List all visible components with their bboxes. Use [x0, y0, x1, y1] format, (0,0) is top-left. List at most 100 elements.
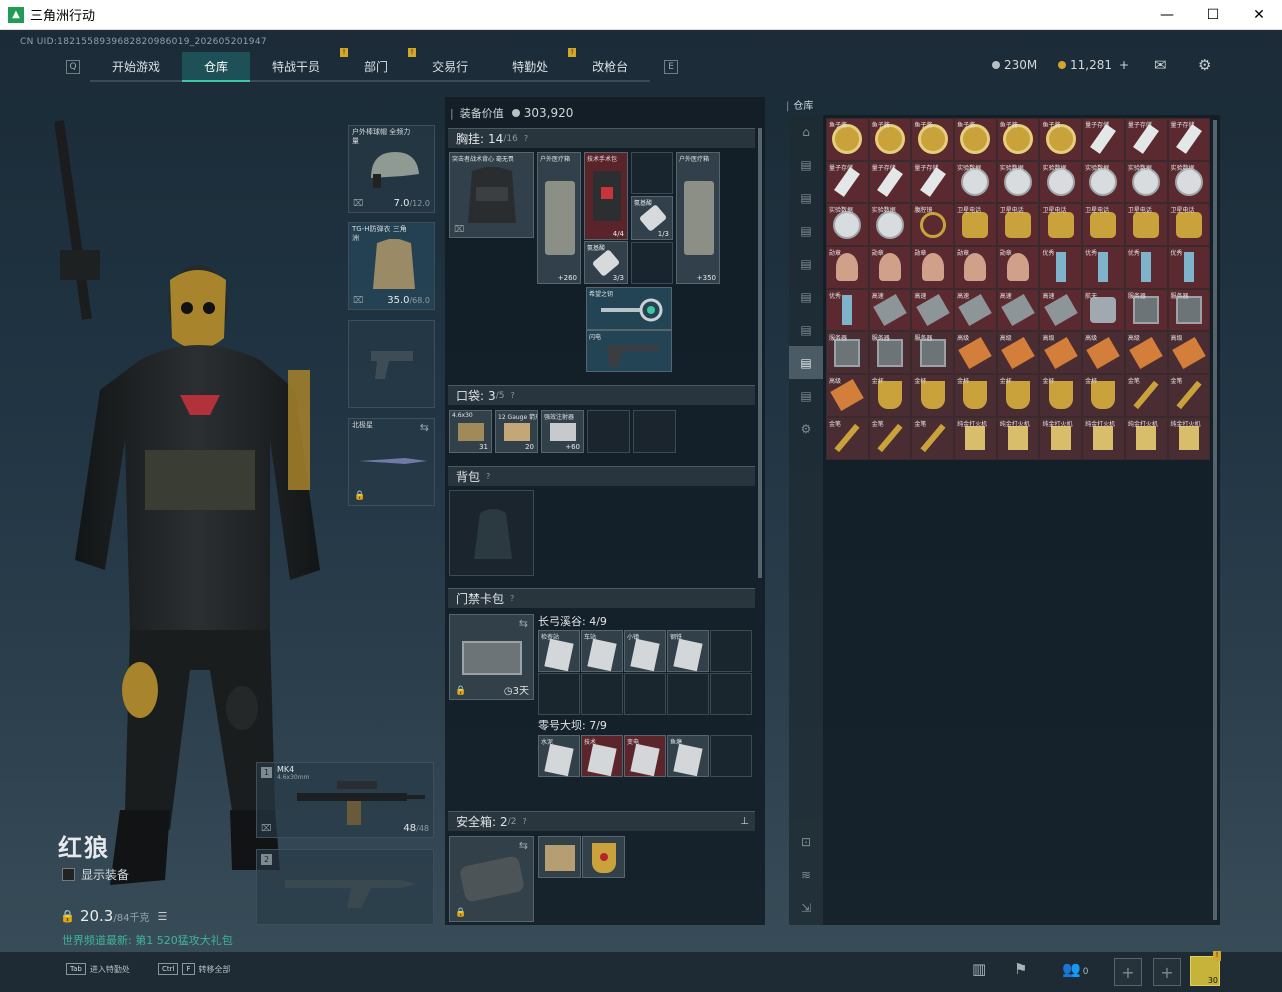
warehouse-item[interactable]: 航天	[1082, 288, 1125, 332]
keycard-item[interactable]: 水泥	[538, 735, 580, 777]
warehouse-item[interactable]: 勋章	[996, 246, 1040, 289]
nav-tab-4[interactable]: 交易行	[410, 52, 491, 82]
pocket-item-0[interactable]: 4.6x30 31	[449, 410, 492, 453]
warehouse-item[interactable]: 卫星电话	[996, 203, 1040, 247]
warehouse-item[interactable]: 纯金打火机	[1082, 416, 1125, 460]
rig-lightning-item[interactable]: 闪电	[586, 330, 672, 372]
warehouse-item[interactable]: 卫星电话	[1039, 203, 1083, 247]
safebox-swap-icon[interactable]: ⇆	[519, 839, 528, 852]
helmet-slot[interactable]: 户外棒球帽 全频力量 ⌧ 7.0/12.0	[348, 125, 435, 213]
warehouse-item[interactable]: 服务器	[868, 331, 912, 375]
warehouse-item[interactable]: 勋章	[868, 246, 912, 289]
hotkey-transfer-all[interactable]: Ctrl F 转移全部	[158, 963, 231, 975]
rig-med-kit-1[interactable]: 户外医疗箱 +260	[537, 152, 581, 284]
settings-gear-icon[interactable]: ⚙	[1198, 56, 1211, 74]
warehouse-tab-1-icon[interactable]: ▤	[789, 148, 823, 181]
melee-swap-icon[interactable]: ⇆	[420, 421, 429, 434]
warehouse-item[interactable]: 鱼子酱	[1039, 118, 1083, 161]
warehouse-item[interactable]: 纯金打火机	[1167, 416, 1211, 460]
safebox-slot-1[interactable]	[538, 836, 581, 878]
stats-chart-icon[interactable]: ▥	[972, 960, 986, 978]
keycard-empty-slot[interactable]	[710, 630, 752, 672]
warehouse-item[interactable]: 优秀	[826, 288, 869, 332]
warehouse-tab-5-icon[interactable]: ▤	[789, 280, 823, 313]
warehouse-item[interactable]: 纯金打火机	[954, 416, 997, 460]
rig-empty-slot[interactable]	[631, 152, 673, 194]
pistol-slot-empty[interactable]	[348, 320, 435, 408]
warehouse-item[interactable]: 金笔	[1167, 374, 1211, 417]
warehouse-item[interactable]: 高级	[954, 331, 997, 375]
warehouse-item[interactable]: 金杯	[911, 374, 955, 417]
warehouse-item[interactable]: 勋章	[826, 246, 869, 289]
nav-tab-0[interactable]: 开始游戏	[90, 52, 183, 82]
warehouse-item[interactable]: 金杯	[1039, 374, 1083, 417]
warehouse-item[interactable]: 高速	[868, 288, 912, 332]
secondary-weapon-slot[interactable]: 2	[256, 849, 434, 925]
keycard-holder-item[interactable]: ⇆ 🔒 ◷3天	[449, 614, 534, 700]
warehouse-tab-3-icon[interactable]: ▤	[789, 214, 823, 247]
rig-vest-item[interactable]: 突击者战术背心 毫无畏 ⌧	[449, 152, 534, 238]
warehouse-item[interactable]: 卫星电话	[1167, 203, 1211, 247]
warehouse-item[interactable]: 实验数据	[1167, 160, 1211, 204]
warehouse-item[interactable]: 鱼子酱	[996, 118, 1040, 161]
safebox-item[interactable]: ⇆ 🔒	[449, 836, 534, 922]
warehouse-item[interactable]: 实验数据	[868, 203, 912, 247]
promo-text[interactable]: 世界频道最新: 第1 520猛攻大礼包	[62, 932, 233, 948]
mail-icon[interactable]: ✉	[1154, 56, 1167, 74]
warehouse-item[interactable]: 鱼子酱	[868, 118, 912, 161]
warehouse-item[interactable]: 鱼子酱	[826, 118, 869, 161]
flag-icon[interactable]: ⚑	[1014, 960, 1027, 978]
gold-currency[interactable]: 11,281 +	[1058, 58, 1129, 72]
warehouse-item[interactable]: 高级	[1039, 331, 1083, 375]
rig-med-kit-2[interactable]: 户外医疗箱 +350	[676, 152, 720, 284]
rig-help-icon[interactable]: ?	[524, 134, 528, 143]
keycard-empty-slot[interactable]	[710, 735, 752, 777]
pocket-item-1[interactable]: 12 Gauge 箭形弹20	[495, 410, 538, 453]
safebox-help-icon[interactable]: ?	[522, 817, 526, 826]
warehouse-item[interactable]: 纯金打火机	[1039, 416, 1083, 460]
warehouse-item[interactable]: 优秀	[1124, 246, 1168, 289]
rig-pill-1[interactable]: 氨基酸 1/3	[631, 196, 673, 240]
squad-icon[interactable]: 👥 0	[1062, 960, 1088, 978]
pocket-empty-slot[interactable]	[587, 410, 630, 453]
keycard-help-icon[interactable]: ?	[510, 594, 514, 603]
warehouse-item[interactable]: 优秀	[1167, 246, 1211, 289]
keycard-item[interactable]: 变电	[624, 735, 666, 777]
warehouse-item[interactable]: 量子存储	[911, 160, 955, 204]
keycard-empty-slot[interactable]	[581, 673, 623, 715]
keycard-empty-slot[interactable]	[710, 673, 752, 715]
nav-prev-key[interactable]: Q	[66, 60, 80, 74]
safebox-pin-icon[interactable]: ⊥	[740, 816, 749, 827]
warehouse-item[interactable]: 实验数据	[1124, 160, 1168, 204]
warehouse-item[interactable]: 金杯	[996, 374, 1040, 417]
warehouse-tab-all-icon[interactable]: ⌂	[789, 115, 823, 148]
warehouse-expand-icon[interactable]: ⇲	[789, 891, 823, 924]
nav-next-key[interactable]: E	[664, 60, 679, 74]
warehouse-item[interactable]: 鱼子酱	[911, 118, 955, 161]
keycard-item[interactable]: 小镇	[624, 630, 666, 672]
warehouse-item[interactable]: 金笔	[826, 416, 869, 460]
player-avatar[interactable]: 30 !	[1190, 951, 1221, 986]
maximize-button[interactable]: ☐	[1190, 0, 1236, 30]
keycard-item[interactable]: 车站	[581, 630, 623, 672]
warehouse-item[interactable]: 高级	[1167, 331, 1211, 375]
melee-slot[interactable]: 北极星 ⇆ 🔒	[348, 418, 435, 506]
invite-slot-2-button[interactable]: +	[1153, 958, 1181, 986]
warehouse-item[interactable]: 腹腔镜	[911, 203, 955, 247]
keycard-item[interactable]: 钢铁	[667, 630, 709, 672]
warehouse-item[interactable]: 量子存储	[1124, 118, 1168, 161]
warehouse-item[interactable]: 实验数据	[826, 203, 869, 247]
warehouse-tab-6-icon[interactable]: ▤	[789, 313, 823, 346]
warehouse-item[interactable]: 金笔	[868, 416, 912, 460]
rig-key-hope[interactable]: 希望之钥	[586, 287, 672, 330]
warehouse-settings-gear-icon[interactable]: ⚙	[789, 412, 823, 445]
safebox-slot-2[interactable]	[582, 836, 625, 878]
warehouse-item[interactable]: 高速	[911, 288, 955, 332]
keycard-item[interactable]: 技术	[581, 735, 623, 777]
keycard-swap-icon[interactable]: ⇆	[519, 617, 528, 630]
warehouse-item[interactable]: 实验数据	[996, 160, 1040, 204]
warehouse-sort-icon[interactable]: ⊡	[789, 825, 823, 858]
rig-empty-slot[interactable]	[631, 242, 673, 284]
weight-list-icon[interactable]: ☰	[157, 910, 167, 923]
warehouse-item[interactable]: 优秀	[1039, 246, 1083, 289]
